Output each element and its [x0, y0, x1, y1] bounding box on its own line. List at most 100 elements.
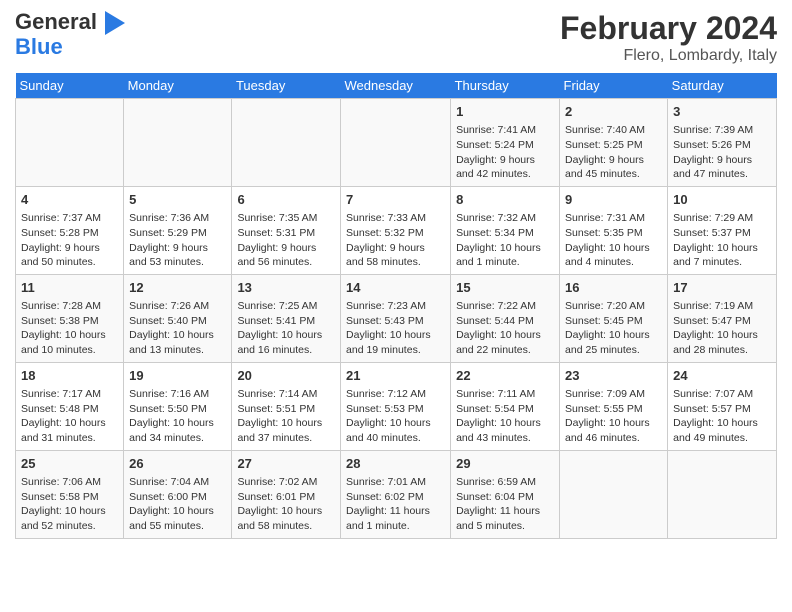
weekday-header-saturday: Saturday: [668, 73, 777, 99]
weekday-header-row: SundayMondayTuesdayWednesdayThursdayFrid…: [16, 73, 777, 99]
day-number: 3: [673, 103, 771, 121]
day-info: Sunrise: 7:22 AM Sunset: 5:44 PM Dayligh…: [456, 299, 554, 358]
day-number: 11: [21, 279, 118, 297]
calendar-cell: [341, 99, 451, 187]
day-number: 8: [456, 191, 554, 209]
calendar-week-row: 1 Sunrise: 7:41 AM Sunset: 5:24 PM Daylig…: [16, 99, 777, 187]
calendar-cell: 19 Sunrise: 7:16 AM Sunset: 5:50 PM Dayli…: [124, 362, 232, 450]
weekday-header-monday: Monday: [124, 73, 232, 99]
calendar-cell: 8 Sunrise: 7:32 AM Sunset: 5:34 PM Daylig…: [451, 186, 560, 274]
day-info: Sunrise: 7:14 AM Sunset: 5:51 PM Dayligh…: [237, 387, 335, 446]
day-info: Sunrise: 7:25 AM Sunset: 5:41 PM Dayligh…: [237, 299, 335, 358]
calendar-cell: 29Sunrise: 6:59 AM Sunset: 6:04 PM Dayli…: [451, 450, 560, 538]
calendar-cell: 21 Sunrise: 7:12 AM Sunset: 5:53 PM Dayli…: [341, 362, 451, 450]
calendar-cell: [232, 99, 341, 187]
calendar-cell: 4 Sunrise: 7:37 AM Sunset: 5:28 PM Daylig…: [16, 186, 124, 274]
day-info: Sunrise: 7:41 AM Sunset: 5:24 PM Dayligh…: [456, 123, 554, 182]
calendar-table: SundayMondayTuesdayWednesdayThursdayFrid…: [15, 73, 777, 539]
day-number: 21: [346, 367, 445, 385]
day-info: Sunrise: 7:20 AM Sunset: 5:45 PM Dayligh…: [565, 299, 662, 358]
calendar-cell: 12Sunrise: 7:26 AM Sunset: 5:40 PM Dayli…: [124, 274, 232, 362]
day-number: 19: [129, 367, 226, 385]
day-info: Sunrise: 7:26 AM Sunset: 5:40 PM Dayligh…: [129, 299, 226, 358]
calendar-cell: 2 Sunrise: 7:40 AM Sunset: 5:25 PM Daylig…: [560, 99, 668, 187]
calendar-cell: 25 Sunrise: 7:06 AM Sunset: 5:58 PM Dayli…: [16, 450, 124, 538]
day-info: Sunrise: 7:23 AM Sunset: 5:43 PM Dayligh…: [346, 299, 445, 358]
day-info: Sunrise: 7:37 AM Sunset: 5:28 PM Dayligh…: [21, 211, 118, 270]
day-number: 29: [456, 455, 554, 473]
logo-text: General Blue: [15, 10, 125, 59]
day-info: Sunrise: 7:32 AM Sunset: 5:34 PM Dayligh…: [456, 211, 554, 270]
day-info: Sunrise: 7:19 AM Sunset: 5:47 PM Dayligh…: [673, 299, 771, 358]
calendar-cell: 16 Sunrise: 7:20 AM Sunset: 5:45 PM Dayli…: [560, 274, 668, 362]
day-info: Sunrise: 7:04 AM Sunset: 6:00 PM Dayligh…: [129, 475, 226, 534]
calendar-cell: 14 Sunrise: 7:23 AM Sunset: 5:43 PM Dayli…: [341, 274, 451, 362]
weekday-header-thursday: Thursday: [451, 73, 560, 99]
day-info: Sunrise: 7:12 AM Sunset: 5:53 PM Dayligh…: [346, 387, 445, 446]
calendar-week-row: 25 Sunrise: 7:06 AM Sunset: 5:58 PM Dayli…: [16, 450, 777, 538]
day-number: 1: [456, 103, 554, 121]
calendar-cell: [16, 99, 124, 187]
day-info: Sunrise: 7:40 AM Sunset: 5:25 PM Dayligh…: [565, 123, 662, 182]
calendar-cell: 26 Sunrise: 7:04 AM Sunset: 6:00 PM Dayli…: [124, 450, 232, 538]
weekday-header-friday: Friday: [560, 73, 668, 99]
calendar-cell: 15 Sunrise: 7:22 AM Sunset: 5:44 PM Dayli…: [451, 274, 560, 362]
logo: General Blue: [15, 10, 125, 59]
calendar-subtitle: Flero, Lombardy, Italy: [560, 47, 777, 65]
day-number: 20: [237, 367, 335, 385]
calendar-title-block: February 2024 Flero, Lombardy, Italy: [560, 10, 777, 65]
day-number: 24: [673, 367, 771, 385]
day-number: 18: [21, 367, 118, 385]
calendar-cell: 23Sunrise: 7:09 AM Sunset: 5:55 PM Dayli…: [560, 362, 668, 450]
day-info: Sunrise: 7:28 AM Sunset: 5:38 PM Dayligh…: [21, 299, 118, 358]
day-number: 16: [565, 279, 662, 297]
day-info: Sunrise: 7:02 AM Sunset: 6:01 PM Dayligh…: [237, 475, 335, 534]
day-number: 28: [346, 455, 445, 473]
calendar-cell: 28Sunrise: 7:01 AM Sunset: 6:02 PM Dayli…: [341, 450, 451, 538]
day-number: 7: [346, 191, 445, 209]
calendar-title: February 2024: [560, 10, 777, 47]
page-header: General Blue February 2024 Flero, Lombar…: [15, 10, 777, 65]
calendar-cell: [668, 450, 777, 538]
day-number: 13: [237, 279, 335, 297]
calendar-cell: 7 Sunrise: 7:33 AM Sunset: 5:32 PM Daylig…: [341, 186, 451, 274]
day-number: 22: [456, 367, 554, 385]
logo-arrow-icon: [105, 11, 125, 35]
day-number: 25: [21, 455, 118, 473]
calendar-cell: 11 Sunrise: 7:28 AM Sunset: 5:38 PM Dayli…: [16, 274, 124, 362]
day-number: 14: [346, 279, 445, 297]
day-number: 2: [565, 103, 662, 121]
calendar-cell: 10Sunrise: 7:29 AM Sunset: 5:37 PM Dayli…: [668, 186, 777, 274]
day-number: 26: [129, 455, 226, 473]
day-info: Sunrise: 7:11 AM Sunset: 5:54 PM Dayligh…: [456, 387, 554, 446]
day-info: Sunrise: 7:31 AM Sunset: 5:35 PM Dayligh…: [565, 211, 662, 270]
logo-blue: Blue: [15, 35, 125, 59]
day-info: Sunrise: 7:16 AM Sunset: 5:50 PM Dayligh…: [129, 387, 226, 446]
weekday-header-tuesday: Tuesday: [232, 73, 341, 99]
calendar-cell: 17 Sunrise: 7:19 AM Sunset: 5:47 PM Dayli…: [668, 274, 777, 362]
calendar-cell: 22 Sunrise: 7:11 AM Sunset: 5:54 PM Dayli…: [451, 362, 560, 450]
day-number: 23: [565, 367, 662, 385]
day-info: Sunrise: 7:35 AM Sunset: 5:31 PM Dayligh…: [237, 211, 335, 270]
calendar-cell: 18 Sunrise: 7:17 AM Sunset: 5:48 PM Dayli…: [16, 362, 124, 450]
weekday-header-wednesday: Wednesday: [341, 73, 451, 99]
calendar-cell: 6Sunrise: 7:35 AM Sunset: 5:31 PM Daylig…: [232, 186, 341, 274]
day-info: Sunrise: 7:33 AM Sunset: 5:32 PM Dayligh…: [346, 211, 445, 270]
calendar-week-row: 4 Sunrise: 7:37 AM Sunset: 5:28 PM Daylig…: [16, 186, 777, 274]
calendar-cell: 20 Sunrise: 7:14 AM Sunset: 5:51 PM Dayli…: [232, 362, 341, 450]
calendar-cell: 9 Sunrise: 7:31 AM Sunset: 5:35 PM Daylig…: [560, 186, 668, 274]
day-info: Sunrise: 7:17 AM Sunset: 5:48 PM Dayligh…: [21, 387, 118, 446]
calendar-cell: 5Sunrise: 7:36 AM Sunset: 5:29 PM Daylig…: [124, 186, 232, 274]
day-info: Sunrise: 7:06 AM Sunset: 5:58 PM Dayligh…: [21, 475, 118, 534]
calendar-cell: 27Sunrise: 7:02 AM Sunset: 6:01 PM Dayli…: [232, 450, 341, 538]
day-number: 17: [673, 279, 771, 297]
day-number: 15: [456, 279, 554, 297]
day-number: 4: [21, 191, 118, 209]
day-number: 9: [565, 191, 662, 209]
day-info: Sunrise: 7:29 AM Sunset: 5:37 PM Dayligh…: [673, 211, 771, 270]
day-number: 5: [129, 191, 226, 209]
calendar-cell: 13 Sunrise: 7:25 AM Sunset: 5:41 PM Dayli…: [232, 274, 341, 362]
calendar-cell: 3Sunrise: 7:39 AM Sunset: 5:26 PM Daylig…: [668, 99, 777, 187]
calendar-cell: [124, 99, 232, 187]
calendar-week-row: 11 Sunrise: 7:28 AM Sunset: 5:38 PM Dayli…: [16, 274, 777, 362]
